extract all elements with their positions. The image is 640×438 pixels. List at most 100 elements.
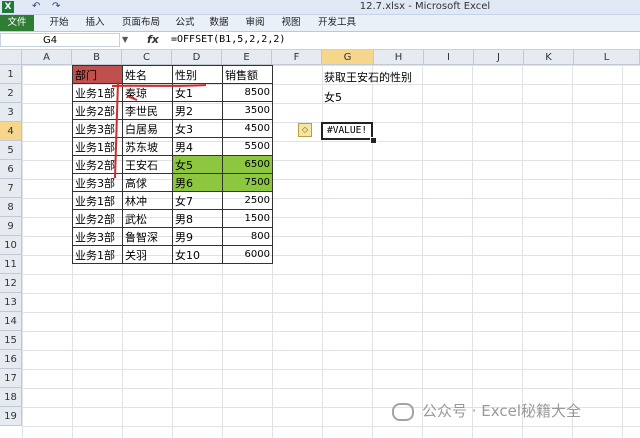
row-header[interactable]: 12 bbox=[0, 274, 22, 293]
title-bar: X ↶ ↷ 12.7.xlsx - Microsoft Excel bbox=[0, 0, 640, 15]
table-cell[interactable]: 武松 bbox=[122, 209, 173, 228]
column-header-e[interactable]: E bbox=[222, 50, 272, 65]
column-header-l[interactable]: L bbox=[574, 50, 640, 65]
table-cell[interactable]: 王安石 bbox=[122, 155, 173, 174]
cell-g2[interactable]: 女5 bbox=[324, 89, 342, 105]
table-cell[interactable]: 业务3部 bbox=[72, 227, 123, 246]
row-header[interactable]: 14 bbox=[0, 312, 22, 331]
column-header-c[interactable]: C bbox=[122, 50, 172, 65]
table-cell[interactable]: 男9 bbox=[172, 227, 223, 246]
row-header[interactable]: 18 bbox=[0, 388, 22, 407]
row-header[interactable]: 13 bbox=[0, 293, 22, 312]
chevron-down-icon[interactable]: ▼ bbox=[122, 33, 128, 47]
column-header-f[interactable]: F bbox=[272, 50, 322, 65]
row-header[interactable]: 6 bbox=[0, 160, 22, 179]
column-header-a[interactable]: A bbox=[22, 50, 72, 65]
watermark: 公众号 · Excel秘籍大全 bbox=[392, 400, 581, 421]
table-cell[interactable]: 关羽 bbox=[122, 245, 173, 264]
tab-file[interactable]: 文件 bbox=[0, 15, 34, 31]
table-cell[interactable]: 2500 bbox=[222, 191, 273, 210]
table-cell[interactable]: 4500 bbox=[222, 119, 273, 138]
table-cell[interactable]: 业务1部 bbox=[72, 83, 123, 102]
table-cell[interactable]: 业务2部 bbox=[72, 155, 123, 174]
table-cell[interactable]: 男4 bbox=[172, 137, 223, 156]
table-cell[interactable]: 1500 bbox=[222, 209, 273, 228]
row-header[interactable]: 19 bbox=[0, 407, 22, 426]
row-header[interactable]: 8 bbox=[0, 198, 22, 217]
row-header[interactable]: 5 bbox=[0, 141, 22, 160]
column-header-j[interactable]: J bbox=[474, 50, 524, 65]
table-cell[interactable]: 女7 bbox=[172, 191, 223, 210]
table-cell[interactable]: 业务1部 bbox=[72, 191, 123, 210]
tab-review[interactable]: 审阅 bbox=[240, 15, 270, 31]
row-header[interactable]: 7 bbox=[0, 179, 22, 198]
row-header[interactable]: 4 bbox=[0, 122, 22, 141]
tab-data[interactable]: 数据 bbox=[204, 15, 234, 31]
tab-view[interactable]: 视图 bbox=[276, 15, 306, 31]
column-header-d[interactable]: D bbox=[172, 50, 222, 65]
error-warning-icon[interactable]: ◇ bbox=[298, 123, 312, 137]
table-cell[interactable]: 男6 bbox=[172, 173, 223, 192]
table-cell[interactable]: 6000 bbox=[222, 245, 273, 264]
column-header-k[interactable]: K bbox=[524, 50, 574, 65]
tab-developer[interactable]: 开发工具 bbox=[312, 15, 362, 31]
window-title: 12.7.xlsx - Microsoft Excel bbox=[359, 1, 491, 12]
table-cell[interactable]: 性别 bbox=[172, 65, 223, 84]
table-cell[interactable]: 林冲 bbox=[122, 191, 173, 210]
column-header-h[interactable]: H bbox=[374, 50, 424, 65]
cell-g1[interactable]: 获取王安石的性别 bbox=[324, 69, 412, 85]
table-cell[interactable]: 女3 bbox=[172, 119, 223, 138]
cell-g4-active[interactable]: #VALUE! bbox=[321, 122, 373, 140]
table-cell[interactable]: 800 bbox=[222, 227, 273, 246]
table-cell[interactable]: 业务3部 bbox=[72, 119, 123, 138]
table-cell[interactable]: 白居易 bbox=[122, 119, 173, 138]
table-cell[interactable]: 苏东坡 bbox=[122, 137, 173, 156]
table-cell[interactable]: 业务2部 bbox=[72, 209, 123, 228]
row-header[interactable]: 15 bbox=[0, 331, 22, 350]
table-cell[interactable]: 业务3部 bbox=[72, 173, 123, 192]
row-header[interactable]: 17 bbox=[0, 369, 22, 388]
row-header[interactable]: 2 bbox=[0, 84, 22, 103]
table-cell[interactable]: 鲁智深 bbox=[122, 227, 173, 246]
column-header-g[interactable]: G bbox=[322, 50, 374, 65]
row-header[interactable]: 3 bbox=[0, 103, 22, 122]
table-cell[interactable]: 销售额 bbox=[222, 65, 273, 84]
table-cell[interactable]: 男2 bbox=[172, 101, 223, 120]
table-cell[interactable]: 男8 bbox=[172, 209, 223, 228]
function-icon[interactable]: fx bbox=[147, 33, 159, 47]
row-header[interactable]: 16 bbox=[0, 350, 22, 369]
fill-handle[interactable] bbox=[370, 137, 377, 144]
table-cell[interactable]: 业务2部 bbox=[72, 101, 123, 120]
table-cell[interactable]: 5500 bbox=[222, 137, 273, 156]
select-all-corner[interactable] bbox=[0, 50, 22, 65]
table-cell[interactable]: 7500 bbox=[222, 173, 273, 192]
table-cell[interactable]: 女5 bbox=[172, 155, 223, 174]
table-row: 业务3部 高俅 男6 7500 bbox=[72, 173, 273, 192]
table-cell[interactable]: 业务1部 bbox=[72, 245, 123, 264]
table-cell[interactable]: 女10 bbox=[172, 245, 223, 264]
table-cell[interactable]: 高俅 bbox=[122, 173, 173, 192]
formula-input[interactable]: =OFFSET(B1,5,2,2,2) bbox=[171, 33, 285, 47]
table-cell[interactable]: 6500 bbox=[222, 155, 273, 174]
table-cell[interactable]: 8500 bbox=[222, 83, 273, 102]
wechat-logo-icon bbox=[392, 402, 414, 421]
tab-formulas[interactable]: 公式 bbox=[170, 15, 200, 31]
table-cell[interactable]: 姓名 bbox=[122, 65, 173, 84]
row-header[interactable]: 11 bbox=[0, 255, 22, 274]
row-header[interactable]: 1 bbox=[0, 65, 22, 84]
table-row: 业务1部 苏东坡 男4 5500 bbox=[72, 137, 273, 156]
tab-insert[interactable]: 插入 bbox=[80, 15, 110, 31]
table-cell[interactable]: 李世民 bbox=[122, 101, 173, 120]
tab-home[interactable]: 开始 bbox=[44, 15, 74, 31]
table-cell[interactable]: 部门 bbox=[72, 65, 123, 84]
table-cell[interactable]: 女1 bbox=[172, 83, 223, 102]
name-box[interactable]: G4 bbox=[0, 33, 120, 47]
table-cell[interactable]: 业务1部 bbox=[72, 137, 123, 156]
column-header-i[interactable]: I bbox=[424, 50, 474, 65]
column-header-b[interactable]: B bbox=[72, 50, 122, 65]
row-header[interactable]: 10 bbox=[0, 236, 22, 255]
table-cell[interactable]: 秦琼 bbox=[122, 83, 173, 102]
row-header[interactable]: 9 bbox=[0, 217, 22, 236]
table-cell[interactable]: 3500 bbox=[222, 101, 273, 120]
tab-page-layout[interactable]: 页面布局 bbox=[116, 15, 166, 31]
